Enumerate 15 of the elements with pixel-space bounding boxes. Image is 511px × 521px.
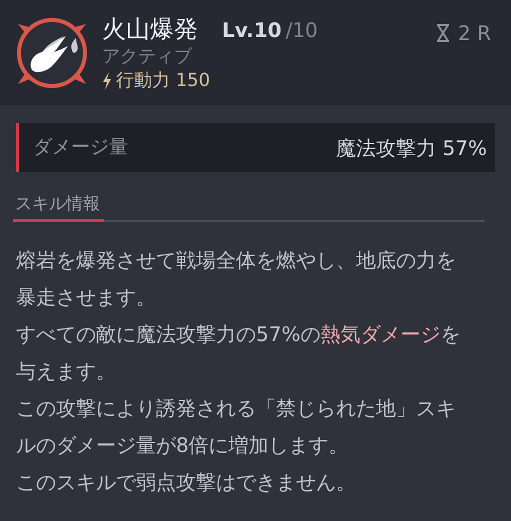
damage-value: 魔法攻撃力 57%: [336, 134, 487, 162]
action-cost: 行動力 150: [116, 69, 210, 93]
description-paragraph: この攻撃により誘発される「禁じられた地」スキルのダメージ量が8倍に増加します。: [16, 394, 457, 458]
skill-type: アクティブ: [102, 45, 194, 69]
description-paragraph: すべての敵に魔法攻撃力の57%の熱気ダメージを与えます。: [16, 320, 462, 384]
damage-label: ダメージ量: [33, 135, 128, 160]
lightning-icon: [102, 72, 112, 90]
skill-max-level: /10: [286, 17, 318, 44]
hourglass-icon: [436, 24, 450, 42]
skill-info-tab[interactable]: スキル情報: [13, 192, 104, 222]
description-paragraph: 熔岩を爆発させて戦場全体を燃やし、地底の力を暴走させます。: [16, 246, 457, 310]
description-paragraph: このスキルで弱点攻撃はできません。: [16, 468, 357, 496]
skill-name: 火山爆発: [102, 14, 198, 44]
cooldown: 2 R: [458, 20, 491, 47]
skill-level: Lv.10: [222, 17, 282, 44]
